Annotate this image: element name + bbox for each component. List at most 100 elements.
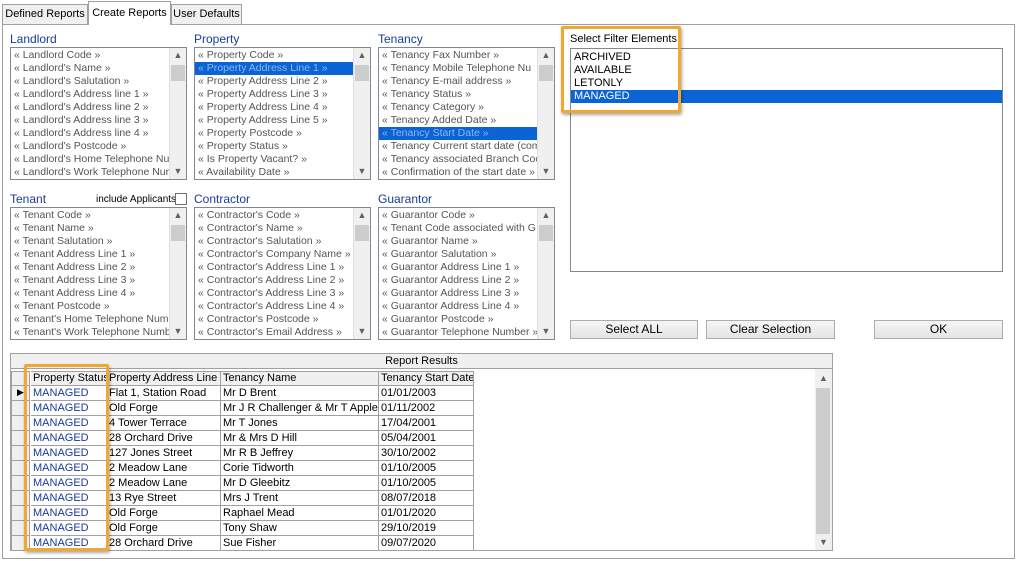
select-all-button[interactable]: Select ALL xyxy=(570,320,698,339)
scroll-up-icon[interactable]: ▲ xyxy=(819,373,828,383)
tenancy-field-item[interactable]: « Tenancy Current start date (com xyxy=(379,140,537,153)
scroll-down-icon[interactable]: ▼ xyxy=(819,537,828,547)
tenant-field-item[interactable]: « Tenant Postcode » xyxy=(11,300,169,313)
contractor-list-scrollbar[interactable]: ▲ ▼ xyxy=(353,208,370,339)
table-cell[interactable]: Corie Tidworth xyxy=(221,461,379,476)
guarantor-field-item[interactable]: « Guarantor Address Line 1 » xyxy=(379,261,537,274)
landlord-fields-list[interactable]: « Landlord Code » « Landlord's Name » « La… xyxy=(10,47,187,180)
tenancy-field-item[interactable]: « Tenancy Category » xyxy=(379,101,537,114)
results-table[interactable]: Property Status Property Address Line 1 Te… xyxy=(11,369,815,550)
table-cell[interactable]: 29/10/2019 xyxy=(379,521,474,536)
table-cell[interactable]: Mr D Brent xyxy=(221,386,379,401)
landlord-field-item[interactable]: « Landlord's Address line 3 » xyxy=(11,114,169,127)
tenant-list-scrollbar[interactable]: ▲ ▼ xyxy=(169,208,186,339)
table-cell[interactable]: Flat 1, Station Road xyxy=(107,386,221,401)
filter-item-selected[interactable]: MANAGED xyxy=(571,90,1002,103)
property-field-item[interactable]: « Property Address Line 1 » xyxy=(195,62,353,75)
tenancy-field-item[interactable]: « Tenancy Fax Number » xyxy=(379,49,537,62)
table-cell[interactable]: MANAGED xyxy=(31,521,107,536)
landlord-field-item[interactable]: « Landlord's Postcode » xyxy=(11,140,169,153)
table-cell[interactable]: Mr D Gleebitz xyxy=(221,476,379,491)
tenancy-field-item[interactable]: « Tenancy Added Date » xyxy=(379,114,537,127)
column-header[interactable]: Tenancy Start Date xyxy=(379,371,474,386)
table-cell[interactable]: MANAGED xyxy=(31,416,107,431)
contractor-field-item[interactable]: « Contractor's Address Line 3 » xyxy=(195,287,353,300)
table-cell[interactable]: MANAGED xyxy=(31,461,107,476)
row-header[interactable] xyxy=(11,506,30,521)
guarantor-fields-list[interactable]: « Guarantor Code » « Tenant Code associat… xyxy=(378,207,555,340)
table-cell[interactable]: Raphael Mead xyxy=(221,506,379,521)
column-header[interactable]: Property Status xyxy=(31,371,107,386)
ok-button[interactable]: OK xyxy=(874,320,1003,339)
scroll-up-icon[interactable]: ▲ xyxy=(538,208,554,223)
column-header[interactable]: Tenancy Name xyxy=(221,371,379,386)
table-cell[interactable]: Mr J R Challenger & Mr T Apple xyxy=(221,401,379,416)
contractor-field-item[interactable]: « Contractor's Salutation » xyxy=(195,235,353,248)
tab-defined-reports[interactable]: Defined Reports xyxy=(2,4,88,24)
table-cell[interactable]: Sue Fisher xyxy=(221,536,379,550)
property-field-item[interactable]: « Property Address Line 4 » xyxy=(195,101,353,114)
row-header[interactable] xyxy=(11,461,30,476)
row-header[interactable] xyxy=(11,431,30,446)
table-cell[interactable]: 01/01/2003 xyxy=(379,386,474,401)
table-cell[interactable]: Mr & Mrs D Hill xyxy=(221,431,379,446)
tab-create-reports[interactable]: Create Reports xyxy=(88,1,171,25)
table-cell[interactable]: 127 Jones Street xyxy=(107,446,221,461)
scroll-thumb[interactable] xyxy=(355,65,369,81)
tab-user-defaults[interactable]: User Defaults xyxy=(171,4,242,24)
tenant-field-item[interactable]: « Tenant Name » xyxy=(11,222,169,235)
table-cell[interactable]: 01/01/2020 xyxy=(379,506,474,521)
landlord-field-item[interactable]: « Landlord's Address line 4 » xyxy=(11,127,169,140)
tenant-field-item[interactable]: « Tenant Code » xyxy=(11,209,169,222)
landlord-field-item[interactable]: « Landlord Code » xyxy=(11,49,169,62)
contractor-fields-list[interactable]: « Contractor's Code » « Contractor's Name… xyxy=(194,207,371,340)
scroll-down-icon[interactable]: ▼ xyxy=(354,324,370,339)
scroll-down-icon[interactable]: ▼ xyxy=(170,164,186,179)
scroll-down-icon[interactable]: ▼ xyxy=(170,324,186,339)
table-cell[interactable]: 08/07/2018 xyxy=(379,491,474,506)
row-header[interactable] xyxy=(11,401,30,416)
property-field-item[interactable]: « Availability Date » xyxy=(195,166,353,179)
table-cell[interactable]: Mr T Jones xyxy=(221,416,379,431)
report-results-grid[interactable]: Report Results Property Status Property A… xyxy=(10,353,833,551)
table-cell[interactable]: MANAGED xyxy=(31,506,107,521)
table-cell[interactable]: Old Forge xyxy=(107,401,221,416)
guarantor-field-item[interactable]: « Guarantor Address Line 2 » xyxy=(379,274,537,287)
table-cell[interactable]: MANAGED xyxy=(31,536,107,550)
table-cell[interactable]: 01/10/2005 xyxy=(379,476,474,491)
table-cell[interactable]: MANAGED xyxy=(31,491,107,506)
tenancy-field-item[interactable]: « Tenancy E-mail address » xyxy=(379,75,537,88)
contractor-field-item[interactable]: « Contractor's Postcode » xyxy=(195,313,353,326)
tenancy-field-item[interactable]: « Confirmation of the start date » xyxy=(379,166,537,179)
scroll-down-icon[interactable]: ▼ xyxy=(538,164,554,179)
row-header[interactable] xyxy=(11,416,30,431)
row-header[interactable] xyxy=(11,476,30,491)
results-scrollbar[interactable]: ▲ ▼ xyxy=(815,369,832,550)
row-header[interactable] xyxy=(11,446,30,461)
contractor-field-item[interactable]: « Contractor's Name » xyxy=(195,222,353,235)
landlord-field-item[interactable]: « Landlord's Work Telephone Nur xyxy=(11,166,169,179)
table-cell[interactable]: 30/10/2002 xyxy=(379,446,474,461)
landlord-field-item[interactable]: « Landlord's Address line 1 » xyxy=(11,88,169,101)
tenant-field-item[interactable]: « Tenant Address Line 4 » xyxy=(11,287,169,300)
row-header[interactable] xyxy=(11,491,30,506)
filter-item[interactable]: LETONLY xyxy=(571,77,1002,90)
table-cell[interactable]: 28 Orchard Drive xyxy=(107,536,221,550)
scroll-down-icon[interactable]: ▼ xyxy=(354,164,370,179)
guarantor-field-item[interactable]: « Guarantor Name » xyxy=(379,235,537,248)
clear-selection-button[interactable]: Clear Selection xyxy=(706,320,835,339)
scroll-thumb[interactable] xyxy=(171,65,185,81)
table-cell[interactable]: 2 Meadow Lane xyxy=(107,461,221,476)
scroll-thumb[interactable] xyxy=(171,225,185,241)
property-field-item[interactable]: « Property Address Line 2 » xyxy=(195,75,353,88)
guarantor-list-scrollbar[interactable]: ▲ ▼ xyxy=(537,208,554,339)
property-field-item[interactable]: « Property Postcode » xyxy=(195,127,353,140)
guarantor-field-item[interactable]: « Guarantor Code » xyxy=(379,209,537,222)
scroll-up-icon[interactable]: ▲ xyxy=(354,48,370,63)
scroll-up-icon[interactable]: ▲ xyxy=(354,208,370,223)
scroll-thumb[interactable] xyxy=(816,388,830,534)
tenant-field-item[interactable]: « Tenant Address Line 2 » xyxy=(11,261,169,274)
tenancy-field-item[interactable]: « Tenancy Mobile Telephone Nu xyxy=(379,62,537,75)
table-cell[interactable]: 01/11/2002 xyxy=(379,401,474,416)
tenancy-field-item[interactable]: « Tenancy Status » xyxy=(379,88,537,101)
